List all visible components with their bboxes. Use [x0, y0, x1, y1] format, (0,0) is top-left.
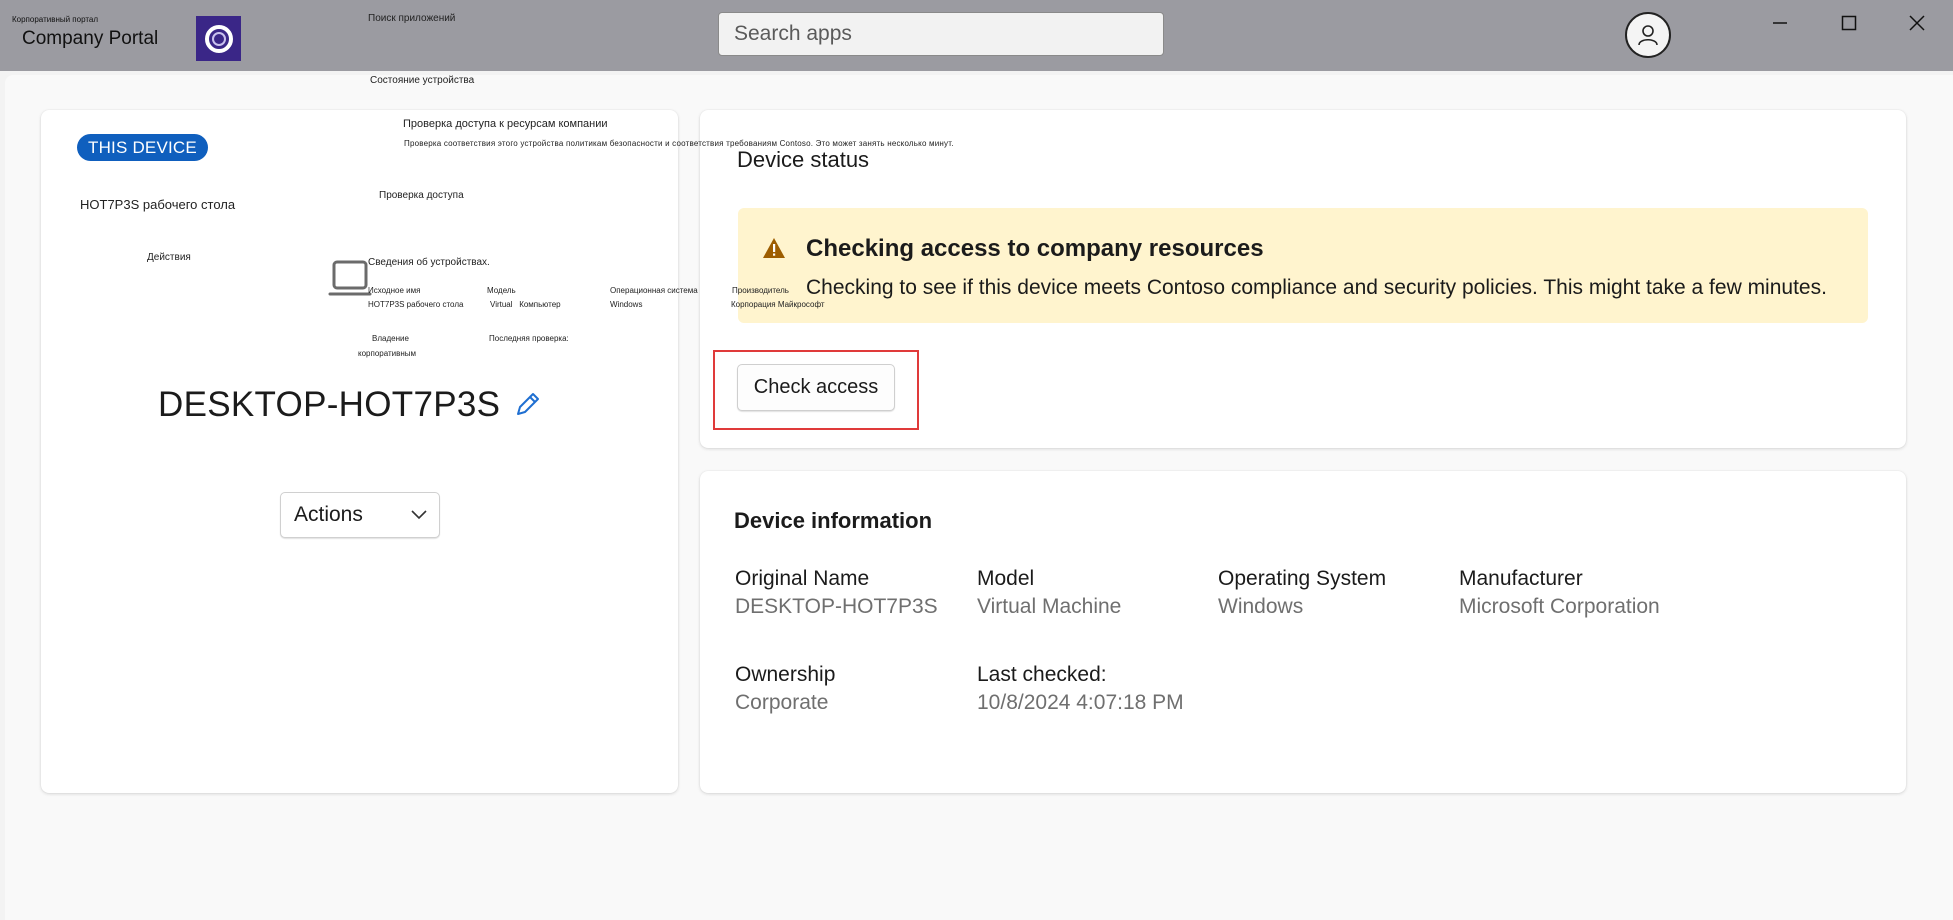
actions-label: Actions: [294, 503, 363, 526]
overlay-device-info: Сведения об устройствах.: [368, 257, 490, 268]
overlay-original-name: Исходное имя: [368, 286, 421, 295]
chevron-down-icon: [411, 510, 427, 520]
device-name: DESKTOP-HOT7P3S: [158, 385, 501, 424]
search-box[interactable]: [718, 12, 1164, 56]
overlay-model-value: Virtual Компьютер: [490, 300, 561, 309]
model-label: Model: [977, 567, 1035, 590]
check-access-button[interactable]: Check access: [737, 364, 895, 411]
original-name-label: Original Name: [735, 567, 870, 590]
overlay-check-access-title: Проверка доступа к ресурсам компании: [403, 118, 608, 130]
overlay-device-state: Состояние устройства: [370, 75, 475, 86]
minimize-button[interactable]: [1758, 8, 1802, 38]
overlay-original-name-value: HOT7P3S рабочего стола: [368, 300, 464, 309]
last-checked-label: Last checked:: [977, 663, 1107, 686]
maximize-button[interactable]: [1827, 8, 1871, 38]
manufacturer-value: Microsoft Corporation: [1459, 595, 1660, 618]
overlay-check-access: Проверка доступа: [379, 190, 464, 201]
overlay-os-value: Windows: [610, 300, 643, 309]
original-name-value: DESKTOP-HOT7P3S: [735, 595, 938, 618]
overlay-last-checked: Последняя проверка:: [489, 334, 569, 343]
search-input[interactable]: [719, 13, 1163, 55]
overlay-ownership-value: корпоративным: [358, 349, 417, 358]
manufacturer-label: Manufacturer: [1459, 567, 1583, 590]
overlay-actions: Действия: [147, 252, 191, 263]
person-icon: [1638, 25, 1658, 46]
overlay-check-access-desc: Проверка соответствия этого устройства п…: [404, 139, 954, 148]
overlay-os: Операционная система: [610, 286, 698, 295]
operating-system-label: Operating System: [1218, 567, 1387, 590]
maximize-icon: [1841, 15, 1857, 31]
this-device-badge: THIS DEVICE: [77, 134, 208, 161]
pencil-icon: [517, 393, 539, 415]
user-avatar-button[interactable]: [1625, 12, 1671, 58]
overlay-manufacturer: Производитель: [732, 286, 789, 295]
device-card: [41, 110, 678, 793]
overlay-device-name: HOT7P3S рабочего стола: [80, 197, 236, 212]
device-information-title: Device information: [734, 508, 933, 533]
app-title: Company Portal: [22, 28, 159, 49]
laptop-icon: [328, 258, 372, 302]
company-logo: [196, 16, 241, 61]
overlay-model: Модель: [487, 286, 516, 295]
warning-title: Checking access to company resources: [806, 235, 1264, 262]
warning-text: Checking to see if this device meets Con…: [806, 276, 1827, 299]
warning-icon: [762, 237, 786, 259]
ownership-label: Ownership: [735, 663, 836, 686]
app-label-small: Корпоративный портал: [12, 15, 99, 24]
actions-dropdown[interactable]: Actions: [280, 492, 440, 538]
minimize-icon: [1773, 22, 1787, 24]
ring-logo-icon: [204, 24, 233, 53]
model-value: Virtual Machine: [977, 595, 1122, 618]
warning-banner: [738, 208, 1868, 323]
device-status-title: Device status: [737, 147, 870, 172]
overlay-ownership: Владение: [372, 334, 409, 343]
operating-system-value: Windows: [1218, 595, 1304, 618]
last-checked-value: 10/8/2024 4:07:18 PM: [977, 691, 1184, 714]
close-button[interactable]: [1895, 8, 1939, 38]
close-icon: [1909, 15, 1925, 31]
overlay-manufacturer-value: Корпорация Майкрософт: [731, 300, 825, 309]
overlay-search-apps: Поиск приложений: [368, 13, 456, 24]
ownership-value: Corporate: [735, 691, 829, 714]
rename-device-button[interactable]: [510, 386, 546, 422]
